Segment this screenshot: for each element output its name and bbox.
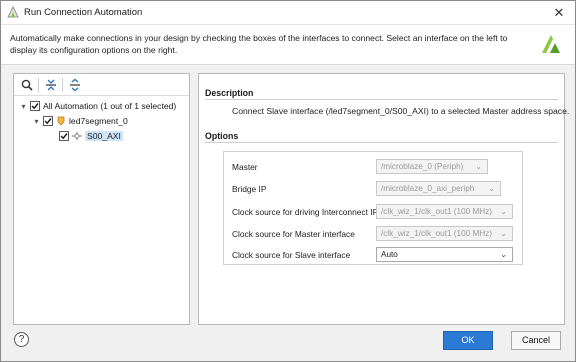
tree-toolbar: [14, 74, 189, 96]
option-label-slave-clock: Clock source for Slave interface: [232, 250, 351, 260]
instructions-text: Automatically make connections in your d…: [10, 33, 508, 55]
section-divider: [205, 99, 558, 100]
xilinx-logo-icon: [542, 35, 560, 53]
select-value: /clk_wiz_1/clk_out1 (100 MHz): [381, 207, 493, 216]
checkbox-all-automation[interactable]: [30, 101, 40, 111]
configuration-panel: Description Connect Slave interface (/le…: [198, 73, 569, 325]
ok-button[interactable]: OK: [443, 331, 493, 350]
checkmark-icon: [31, 103, 39, 110]
chevron-down-icon: ⌄: [488, 184, 495, 193]
toolbar-separator: [38, 78, 39, 92]
interface-pin-icon: [72, 132, 82, 140]
tree-item-label: led7segment_0: [69, 116, 128, 126]
tree-item-all-automation[interactable]: ▾ All Automation (1 out of 1 selected): [19, 99, 176, 113]
collapse-all-icon[interactable]: [44, 78, 58, 92]
slave-clock-select[interactable]: Auto ⌄: [376, 247, 513, 262]
description-heading: Description: [205, 88, 254, 98]
description-text: Connect Slave interface (/led7segment_0/…: [232, 106, 570, 116]
master-clock-select: /clk_wiz_1/clk_out1 (100 MHz) ⌄: [376, 226, 513, 241]
run-connection-automation-dialog: Run Connection Automation ✕ Automaticall…: [0, 0, 576, 362]
expand-toggle[interactable]: ▾: [32, 117, 41, 126]
checkmark-icon: [44, 118, 52, 125]
select-value: Auto: [381, 250, 398, 259]
close-button[interactable]: ✕: [551, 5, 567, 21]
select-value: /microblaze_0_axi_periph: [381, 184, 475, 193]
search-icon[interactable]: [20, 78, 34, 92]
checkmark-icon: [60, 133, 68, 140]
options-heading: Options: [205, 131, 239, 141]
chevron-down-icon: ⌄: [475, 162, 482, 171]
xilinx-vivado-icon: [7, 6, 19, 18]
interface-tree-panel: ▾ All Automation (1 out of 1 selected) ▾…: [13, 73, 190, 325]
select-value: /clk_wiz_1/clk_out1 (100 MHz): [381, 229, 493, 238]
checkbox-led7segment[interactable]: [43, 116, 53, 126]
master-select: /microblaze_0 (Periph) ⌄: [376, 159, 488, 174]
interconnect-clock-select: /clk_wiz_1/clk_out1 (100 MHz) ⌄: [376, 204, 513, 219]
expand-all-icon[interactable]: [68, 78, 82, 92]
chevron-down-icon: ⌄: [500, 207, 507, 216]
tree-item-label: S00_AXI: [85, 131, 123, 141]
bridge-ip-select: /microblaze_0_axi_periph ⌄: [376, 181, 501, 196]
option-label-master-clock: Clock source for Master interface: [232, 229, 355, 239]
ip-block-icon: [57, 116, 65, 126]
chevron-down-icon: ⌄: [500, 250, 507, 259]
expand-toggle[interactable]: ▾: [19, 102, 28, 111]
window-title: Run Connection Automation: [24, 7, 143, 18]
tree-item-led7segment[interactable]: ▾ led7segment_0: [32, 114, 128, 128]
options-group: Master /microblaze_0 (Periph) ⌄ Bridge I…: [223, 151, 523, 265]
checkbox-s00-axi[interactable]: [59, 131, 69, 141]
title-bar: Run Connection Automation ✕: [1, 1, 575, 25]
toolbar-separator: [62, 78, 63, 92]
option-label-interconnect-clock: Clock source for driving Interconnect IP: [232, 207, 379, 217]
instructions-banner: Automatically make connections in your d…: [1, 25, 575, 65]
chevron-down-icon: ⌄: [500, 229, 507, 238]
tree-item-s00-axi[interactable]: S00_AXI: [59, 129, 123, 143]
select-value: /microblaze_0 (Periph): [381, 162, 464, 171]
option-label-bridge-ip: Bridge IP: [232, 184, 267, 194]
cancel-button[interactable]: Cancel: [511, 331, 561, 350]
section-divider: [205, 142, 558, 143]
option-label-master: Master: [232, 162, 258, 172]
tree-item-label: All Automation (1 out of 1 selected): [43, 101, 177, 111]
help-button[interactable]: ?: [14, 332, 29, 347]
